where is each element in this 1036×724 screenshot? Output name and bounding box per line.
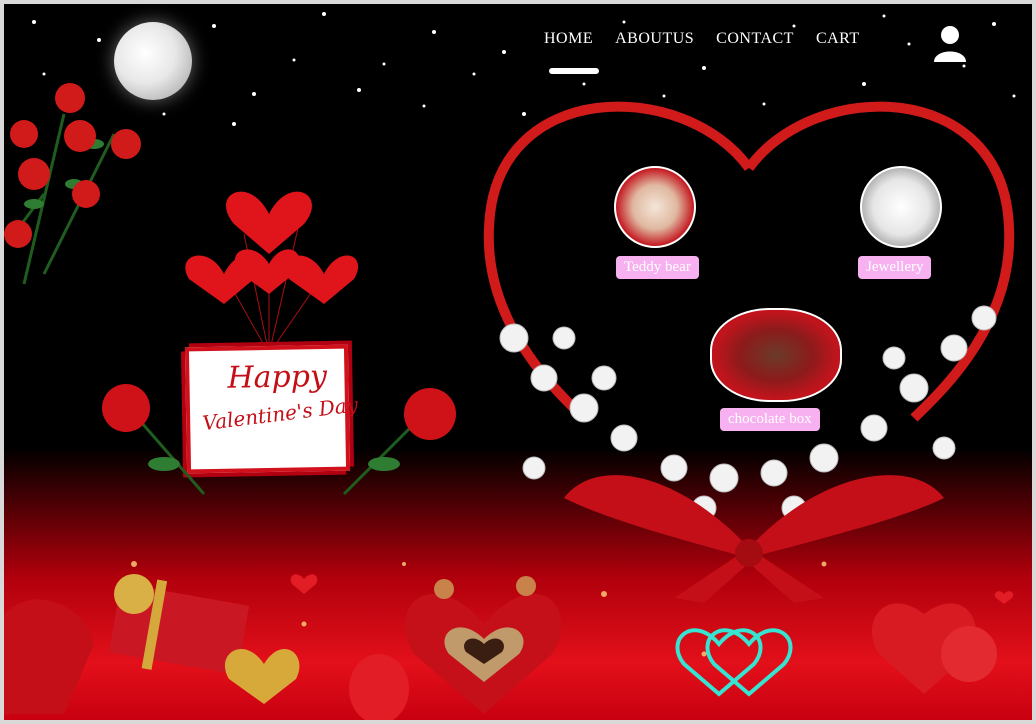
jewellery-label[interactable]: Jewellery — [858, 256, 932, 279]
nav-cart[interactable]: CART — [816, 30, 860, 48]
chocolate-box-image[interactable] — [710, 308, 842, 402]
teddy-bear-image[interactable] — [614, 166, 696, 248]
page-frame: Happy Valentine's Day Teddy bear Jewelle… — [4, 4, 1032, 720]
main-nav: HOME ABOUTUS CONTACT CART — [544, 30, 860, 48]
nav-contact[interactable]: CONTACT — [716, 30, 794, 48]
chocolate-box-label[interactable]: chocolate box — [720, 408, 820, 431]
jewellery-image[interactable] — [860, 166, 942, 248]
nav-home[interactable]: HOME — [544, 30, 593, 48]
bottom-decorations — [4, 574, 1014, 720]
nav-active-indicator — [549, 68, 599, 74]
teddy-bear-label[interactable]: Teddy bear — [616, 256, 699, 279]
nav-aboutus[interactable]: ABOUTUS — [615, 30, 694, 48]
card-roses — [102, 384, 456, 496]
roses-decoration — [4, 83, 141, 285]
user-icon[interactable] — [932, 24, 968, 64]
heart-balloons — [185, 191, 359, 355]
